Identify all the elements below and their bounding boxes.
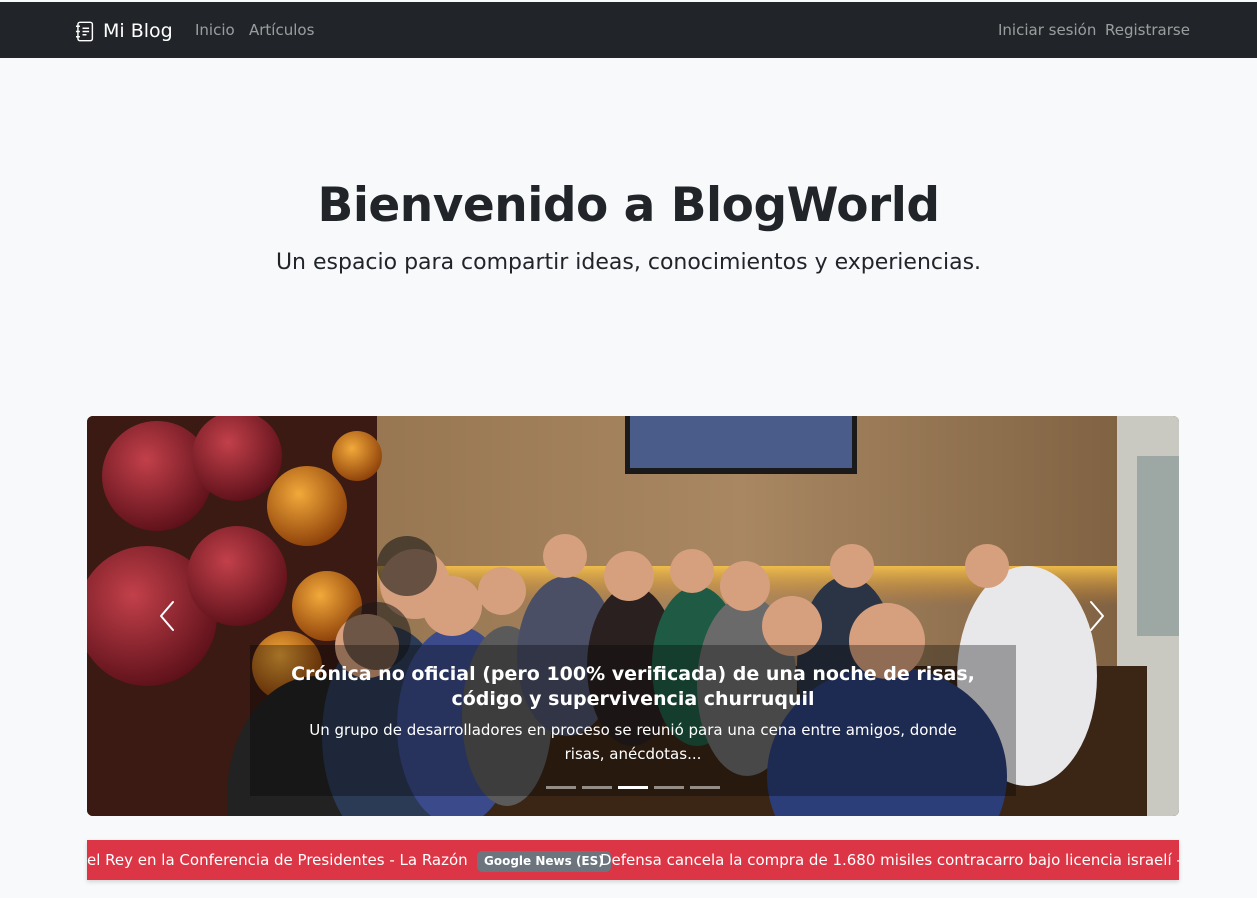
navbar: Mi Blog Inicio Artículos Iniciar sesión … <box>0 2 1257 58</box>
brand-link[interactable]: Mi Blog <box>74 19 173 43</box>
carousel-indicators <box>87 786 1179 789</box>
carousel-caption[interactable]: Crónica no oficial (pero 100% verificada… <box>250 645 1016 796</box>
carousel: Crónica no oficial (pero 100% verificada… <box>87 416 1179 816</box>
brand-name: Mi Blog <box>103 20 173 42</box>
ticker-item[interactable]: el Rey en la Conferencia de Presidentes … <box>87 851 468 869</box>
chevron-right-icon <box>1090 601 1104 631</box>
carousel-caption-text: Un grupo de desarrolladores en proceso s… <box>309 721 957 763</box>
nav-register[interactable]: Registrarse <box>1105 21 1190 39</box>
news-ticker: el Rey en la Conferencia de Presidentes … <box>87 840 1179 880</box>
nav-inicio[interactable]: Inicio <box>195 21 235 39</box>
hero-subtitle: Un espacio para compartir ideas, conocim… <box>275 250 982 275</box>
hero-title: Bienvenido a BlogWorld <box>317 178 941 233</box>
chevron-left-icon <box>160 601 174 631</box>
carousel-indicator-active[interactable] <box>618 786 648 789</box>
carousel-indicator[interactable] <box>690 786 720 789</box>
carousel-indicator[interactable] <box>654 786 684 789</box>
carousel-caption-title[interactable]: Crónica no oficial (pero 100% verificada… <box>250 662 1016 712</box>
nav-login[interactable]: Iniciar sesión <box>998 21 1096 39</box>
ticker-source-badge: Google News (ES) <box>477 851 611 872</box>
carousel-next-button[interactable] <box>1077 596 1117 636</box>
carousel-prev-button[interactable] <box>147 596 187 636</box>
nav-articulos[interactable]: Artículos <box>249 21 314 39</box>
carousel-indicator[interactable] <box>582 786 612 789</box>
journal-icon <box>75 21 94 41</box>
carousel-indicator[interactable] <box>546 786 576 789</box>
ticker-item[interactable]: Defensa cancela la compra de 1.680 misil… <box>600 851 1179 869</box>
